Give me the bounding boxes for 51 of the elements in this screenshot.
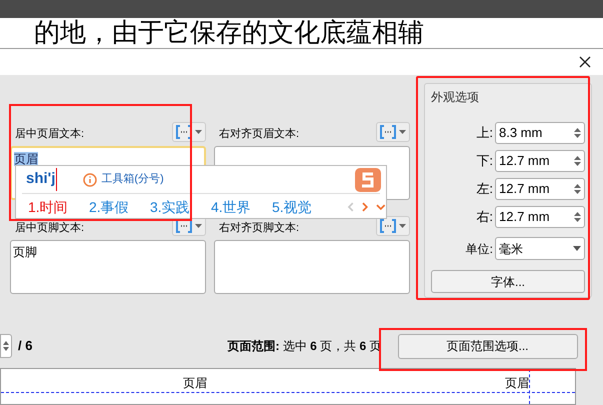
field-label: 单位: [466,240,493,258]
caret-icon [195,224,202,228]
bracket-icon [380,219,396,233]
margin-spinner[interactable]: 12.7 mm [495,206,585,228]
panel-title: 外观选项 [431,89,480,106]
spin-arrows-icon [574,127,581,139]
page-range-button[interactable]: 页面范围选项... [398,334,578,358]
field-label: 上: [476,124,493,142]
ime-candidate[interactable]: 3.实践 [150,196,211,218]
bracket-icon [176,125,192,139]
field-label: 居中页眉文本: [14,126,84,142]
page-spinner[interactable] [0,334,12,358]
spin-arrows-icon [574,155,581,167]
margin-spinner[interactable]: 12.7 mm [495,178,585,200]
caret-icon [399,224,406,228]
font-button[interactable]: 字体... [431,270,585,293]
field-label: 左: [476,180,493,198]
ime-hint: 工具箱(分号) [101,172,164,188]
expand-icon[interactable] [376,204,386,210]
caret-icon [573,246,581,251]
close-icon[interactable] [579,56,591,68]
ime-candidate[interactable]: 4.世界 [211,196,272,218]
text-area[interactable]: 页脚 [10,240,206,294]
next-icon[interactable] [362,202,368,212]
bracket-icon [380,125,396,139]
field-value: 页脚 [13,245,37,259]
field-label: 居中页脚文本: [14,220,84,236]
field-label: 右: [476,208,493,226]
field-label: 右对齐页脚文本: [218,220,300,236]
ime-candidate[interactable]: 2.事假 [89,196,150,218]
field-label: 下: [476,152,493,170]
document-text: 的地，由于它保存的文化底蕴相辅 [34,18,424,48]
margin-spinner[interactable]: 12.7 mm [495,150,585,172]
bracket-icon [176,219,192,233]
margin-spinner[interactable]: 8.3 mm [495,122,585,144]
ime-candidate[interactable]: 5.视觉 [272,196,333,218]
info-icon [83,172,98,186]
insert-field-button[interactable] [376,122,410,142]
page-total: / 6 [18,337,32,356]
ime-candidate[interactable]: 1.时间 [28,196,89,218]
insert-field-button[interactable] [376,216,410,236]
spin-arrows-icon [574,183,581,195]
caret-icon [195,130,202,134]
insert-field-button[interactable] [172,122,206,142]
header-text: 页眉 [183,375,207,392]
caret-icon [399,130,406,134]
unit-dropdown[interactable]: 毫米 [495,237,585,260]
field-value: 页眉 [14,152,38,166]
spin-arrows-icon [574,211,581,223]
field-label: 右对齐页眉文本: [218,126,300,142]
spin-arrows-icon [3,340,9,352]
